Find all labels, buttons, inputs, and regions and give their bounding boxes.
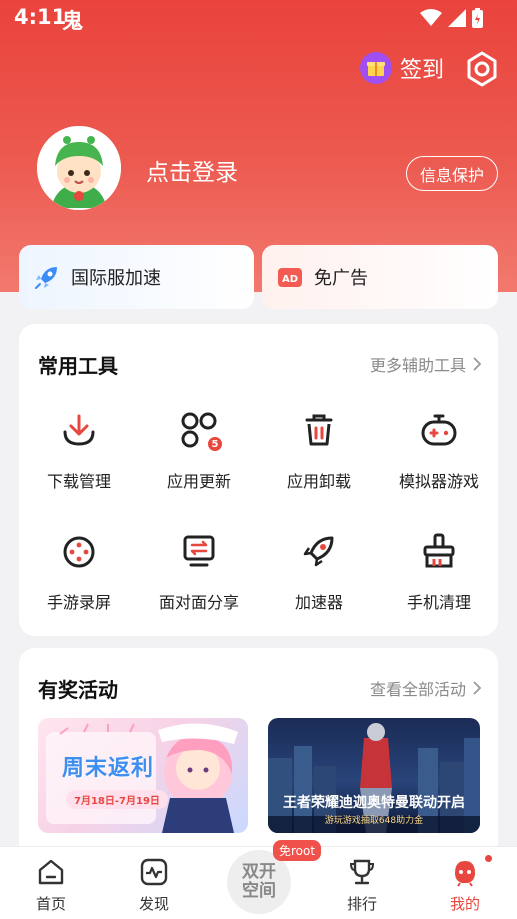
tool-label: 下载管理 [46, 472, 111, 491]
tool-app-update[interactable]: 5 应用更新 [139, 410, 259, 492]
gift-icon [360, 52, 392, 84]
global-server-boost-label: 国际服加速 [71, 268, 161, 289]
more-tools-label: 更多辅助工具 [369, 356, 466, 375]
trophy-icon [347, 857, 377, 887]
all-events-label: 查看全部活动 [369, 680, 466, 699]
rocket-icon [35, 267, 57, 289]
download-icon [59, 410, 99, 450]
tools-title: 常用工具 [38, 354, 118, 378]
more-tools-link[interactable]: 更多辅助工具 [370, 352, 482, 376]
tab-home[interactable]: 首页 [16, 857, 86, 914]
settings-button[interactable] [464, 51, 500, 87]
tool-phone-cleaner[interactable]: 手机清理 [379, 531, 499, 613]
tab-ranking-label: 排行 [346, 895, 377, 913]
events-title: 有奖活动 [38, 678, 118, 702]
status-time: 4:11 [14, 5, 67, 29]
tool-label: 加速器 [294, 593, 343, 612]
event-banner-honor-of-kings[interactable]: 王者荣耀迪迦奥特曼联动开启 游玩游戏抽取648助力金 [268, 718, 480, 833]
honor-of-kings-subtitle: 游玩游戏抽取648助力金 [324, 816, 424, 826]
status-bar: 4:11 鬼 [0, 0, 517, 36]
weekend-rebate-title: 周末返利 [62, 756, 155, 781]
tool-face-to-face-share[interactable]: 面对面分享 [139, 531, 259, 613]
chevron-right-icon [473, 357, 482, 371]
tab-discover[interactable]: 发现 [119, 857, 189, 914]
accelerator-icon [299, 531, 339, 571]
tool-download-manager[interactable]: 下载管理 [19, 410, 139, 492]
root-free-badge: 免root [273, 840, 322, 861]
tool-label: 手游录屏 [46, 593, 111, 612]
tool-label: 面对面分享 [158, 593, 239, 612]
trash-icon [299, 410, 339, 450]
login-link[interactable]: 点击登录 [146, 153, 238, 187]
share-screen-icon [179, 531, 219, 571]
chevron-right-icon [473, 681, 482, 695]
update-count-badge: 5 [207, 436, 223, 452]
mascot-icon [37, 126, 121, 210]
tools-card: 常用工具 更多辅助工具 下载管理 5 应用更新 应用卸载 模拟器游戏 手游录屏 [19, 324, 498, 636]
tab-ranking[interactable]: 排行 [327, 857, 397, 914]
battery-icon [472, 8, 483, 28]
app-update-icon: 5 [179, 410, 223, 452]
wifi-icon [420, 9, 442, 26]
tab-discover-label: 发现 [138, 895, 169, 913]
tool-label: 应用卸载 [286, 472, 351, 491]
discover-icon [139, 857, 169, 887]
tool-emulator-games[interactable]: 模拟器游戏 [379, 410, 499, 492]
event-banner-weekend-rebate[interactable]: 周末返利 7月18日-7月19日 [38, 718, 248, 833]
avatar[interactable] [37, 126, 121, 210]
ad-free-button[interactable]: AD 免广告 [262, 245, 498, 309]
checkin-label: 签到 [400, 58, 445, 83]
tool-label: 应用更新 [166, 472, 231, 491]
privacy-button[interactable]: 信息保护 [406, 156, 498, 191]
tab-profile-label: 我的 [449, 895, 480, 913]
all-events-link[interactable]: 查看全部活动 [370, 676, 482, 700]
system-icons [420, 8, 483, 28]
tool-label: 模拟器游戏 [398, 472, 479, 491]
honor-of-kings-title: 王者荣耀迪迦奥特曼联动开启 [283, 795, 465, 811]
status-carrier-icon: 鬼 [62, 9, 83, 33]
ad-free-label: 免广告 [314, 268, 368, 289]
weekend-rebate-date: 7月18日-7月19日 [66, 790, 168, 809]
checkin-button[interactable]: 签到 [360, 52, 444, 84]
tool-accelerator[interactable]: 加速器 [259, 531, 379, 613]
home-icon [36, 857, 66, 887]
cleaner-icon [419, 531, 459, 571]
ad-free-icon: AD [278, 268, 302, 287]
dual-space-line2: 空间 [242, 881, 276, 901]
notification-dot [485, 855, 492, 862]
tool-screen-record[interactable]: 手游录屏 [19, 531, 139, 613]
global-server-boost-button[interactable]: 国际服加速 [19, 245, 254, 309]
tool-app-uninstall[interactable]: 应用卸载 [259, 410, 379, 492]
profile-icon [450, 857, 480, 887]
svg-text:AD: AD [282, 274, 298, 285]
tab-home-label: 首页 [35, 895, 66, 913]
gear-icon [467, 51, 497, 87]
tab-profile[interactable]: 我的 [430, 857, 500, 914]
tool-label: 手机清理 [406, 593, 471, 612]
gamepad-icon [419, 410, 459, 450]
record-icon [59, 531, 99, 571]
signal-icon [448, 9, 466, 27]
dual-space-line1: 双开 [242, 862, 276, 882]
